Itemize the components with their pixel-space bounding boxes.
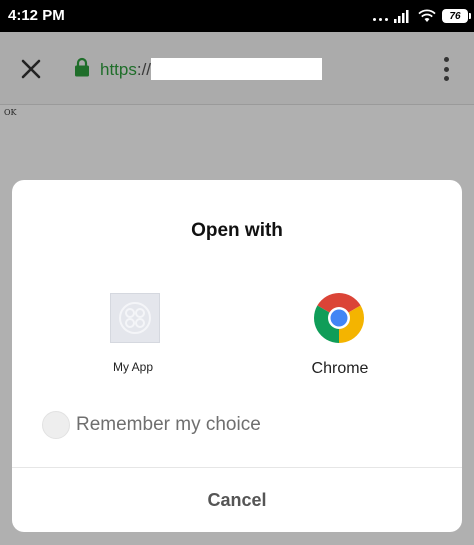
close-icon[interactable] (18, 56, 44, 82)
battery-icon: 76 (442, 9, 471, 23)
more-dots-icon (373, 11, 388, 21)
signal-icon (394, 10, 409, 23)
status-icons: 76 (373, 8, 471, 24)
dialog-title: Open with (191, 220, 283, 241)
my-app-label[interactable]: My App (93, 360, 173, 374)
my-app-icon[interactable] (110, 293, 160, 343)
chrome-label[interactable]: Chrome (290, 360, 390, 378)
wifi-icon (418, 9, 436, 22)
browser-toolbar: https:// (0, 32, 474, 105)
status-bar: 4:12 PM 76 (0, 0, 474, 32)
open-with-dialog: Open with My App Chrome Remember my choi… (12, 180, 462, 532)
remember-choice-radio[interactable] (42, 411, 70, 439)
url-host-redacted[interactable] (151, 58, 322, 80)
chrome-icon[interactable] (314, 293, 364, 343)
url-scheme: https (100, 60, 137, 79)
status-time: 4:12 PM (8, 7, 65, 24)
overflow-menu-icon[interactable] (442, 57, 450, 81)
cancel-button[interactable]: Cancel (12, 468, 462, 532)
remember-choice-label[interactable]: Remember my choice (76, 414, 261, 436)
url-separator: :// (136, 60, 152, 79)
remember-choice-row[interactable]: Remember my choice (42, 411, 302, 439)
lock-icon (75, 57, 89, 77)
page-body-text: OK (4, 108, 17, 117)
url-field[interactable]: https:// (100, 60, 151, 80)
